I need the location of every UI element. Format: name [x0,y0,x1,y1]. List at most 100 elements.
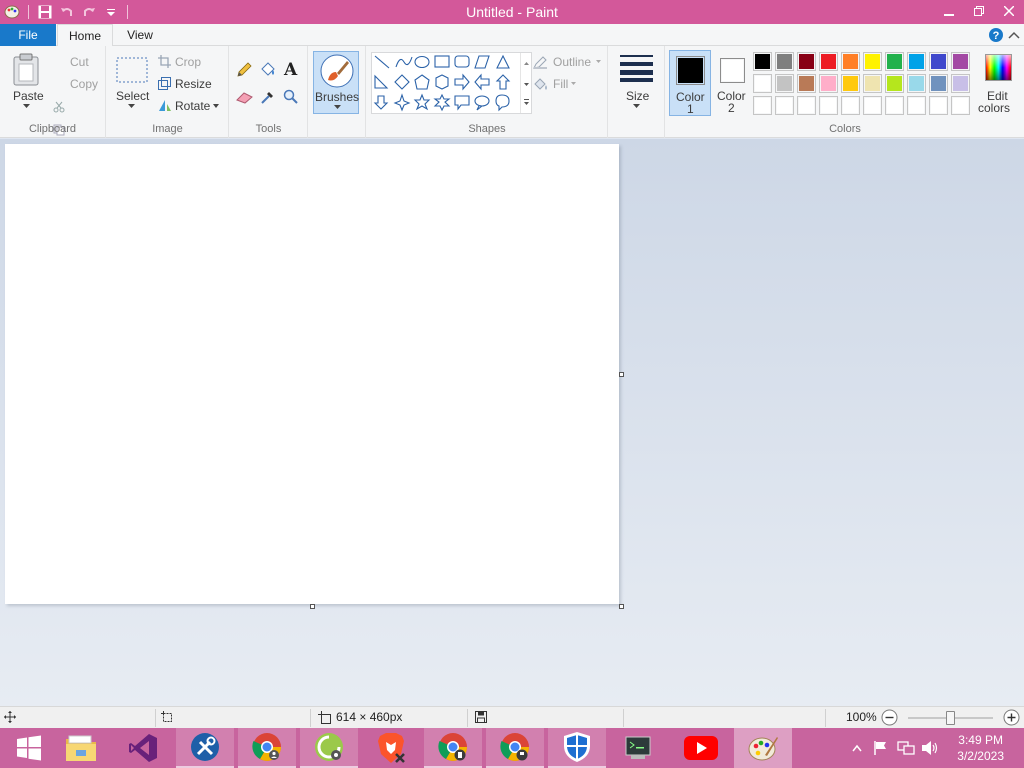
color-swatch[interactable] [841,74,860,93]
shapes-scrollbar[interactable] [520,53,531,113]
magnifier-icon[interactable] [283,89,299,105]
zoom-slider-track[interactable] [908,711,993,725]
color-swatch[interactable] [885,52,904,71]
drawing-canvas[interactable] [5,144,619,604]
tab-view[interactable]: View [116,24,164,46]
resize-handle-bottom[interactable] [310,604,315,609]
terminal-button[interactable] [610,728,668,768]
color-swatch[interactable] [819,96,838,115]
select-label[interactable]: Select [116,89,149,103]
paste-label[interactable]: Paste [13,89,44,103]
color-swatch[interactable] [885,74,904,93]
volume-icon[interactable] [921,740,939,756]
chrome-profile-button[interactable] [424,728,482,768]
resize-handle-corner[interactable] [619,604,624,609]
tools-app-button[interactable] [176,728,234,768]
zoom-slider-thumb[interactable] [946,711,955,725]
size-label[interactable]: Size [626,89,649,103]
outline-button[interactable]: Outline [553,55,591,69]
app-icon [315,733,343,761]
paste-dropdown-icon[interactable] [23,104,30,109]
start-button[interactable] [0,728,58,768]
fill-button[interactable]: Fill [553,77,568,91]
redo-icon[interactable] [79,2,99,22]
color-swatch[interactable] [863,96,882,115]
select-dropdown-icon[interactable] [128,104,135,109]
color-swatch[interactable] [753,96,772,115]
color-swatch[interactable] [951,96,970,115]
color-swatch[interactable] [951,52,970,71]
paste-icon[interactable] [12,53,40,87]
close-button[interactable] [994,0,1024,22]
color1-button[interactable]: Color 1 [669,50,711,116]
color-swatch[interactable] [797,74,816,93]
color-picker-icon[interactable] [260,89,276,105]
color-swatch[interactable] [863,52,882,71]
fill-dropdown-icon[interactable] [571,82,576,85]
system-clock[interactable]: 3:49 PM 3/2/2023 [957,732,1004,764]
copy-button[interactable]: Copy [70,77,98,91]
edit-colors-button[interactable]: Edit colors [975,50,1021,116]
color-swatch[interactable] [907,52,926,71]
select-icon[interactable] [116,57,148,83]
color-swatch[interactable] [907,74,926,93]
tab-home[interactable]: Home [57,24,113,47]
color-swatch[interactable] [819,74,838,93]
color-swatch[interactable] [797,96,816,115]
paint-button[interactable] [734,728,792,768]
color-swatch[interactable] [885,96,904,115]
undo-icon[interactable] [57,2,77,22]
defender-button[interactable] [548,728,606,768]
cut-button[interactable]: Cut [70,55,89,69]
color-swatch[interactable] [775,52,794,71]
color-swatch[interactable] [819,52,838,71]
color-swatch[interactable] [951,74,970,93]
crop-button[interactable]: Crop [175,55,201,69]
show-hidden-icons[interactable] [852,744,862,752]
resize-handle-right[interactable] [619,372,624,377]
color-swatch[interactable] [775,74,794,93]
color-swatch[interactable] [841,96,860,115]
zoom-out-icon[interactable] [881,709,898,726]
pencil-icon[interactable] [236,62,252,78]
color-swatch[interactable] [753,74,772,93]
visual-studio-button[interactable] [114,728,172,768]
file-explorer-button[interactable] [52,728,110,768]
color-swatch[interactable] [929,52,948,71]
restore-button[interactable] [964,0,994,22]
color-swatch[interactable] [907,96,926,115]
youtube-button[interactable] [672,728,730,768]
minimize-button[interactable] [934,0,964,22]
color-swatch[interactable] [929,96,948,115]
eraser-icon[interactable] [236,91,253,104]
help-icon[interactable]: ? [988,27,1004,43]
flag-icon[interactable] [873,740,889,756]
color-swatch[interactable] [753,52,772,71]
outline-dropdown-icon[interactable] [596,60,601,63]
tab-file[interactable]: File [0,24,56,46]
line-size-icon[interactable] [620,55,653,82]
color2-button[interactable]: Color 2 [713,50,755,116]
fill-bucket-icon[interactable] [259,61,276,78]
paint-app-icon[interactable] [2,2,22,22]
chevron-up-icon[interactable] [1008,30,1020,40]
rotate-dropdown-icon[interactable] [213,104,219,108]
color-swatch[interactable] [797,52,816,71]
brave-button[interactable] [362,728,420,768]
app-button[interactable] [300,728,358,768]
zoom-in-icon[interactable] [1003,709,1020,726]
network-icon[interactable] [897,740,915,756]
resize-button[interactable]: Resize [175,77,212,91]
color-swatch[interactable] [863,74,882,93]
rotate-button[interactable]: Rotate [175,99,210,113]
brushes-button[interactable]: Brushes [313,51,359,114]
color-swatch[interactable] [775,96,794,115]
size-dropdown-icon[interactable] [633,104,640,109]
color-swatch[interactable] [929,74,948,93]
chrome-profile-2-button[interactable] [486,728,544,768]
customize-qat-icon[interactable] [101,2,121,22]
chrome-button[interactable] [238,728,296,768]
text-tool-icon[interactable]: A [284,60,297,80]
color-swatch[interactable] [841,52,860,71]
save-icon[interactable] [35,2,55,22]
